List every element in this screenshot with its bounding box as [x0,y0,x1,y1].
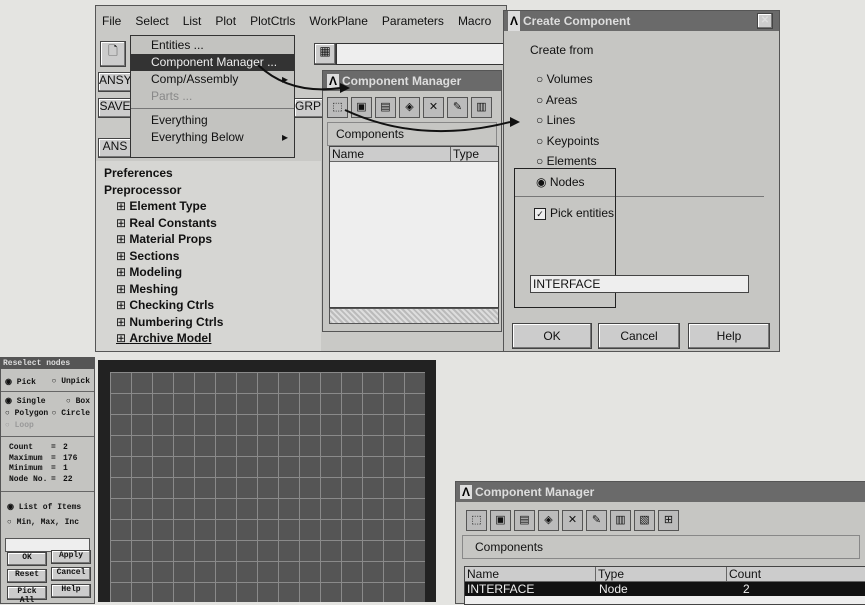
plot-component-icon[interactable]: ◈ [538,510,559,531]
picker-ok-button[interactable]: OK [7,552,47,566]
ansys-logo-icon: Λ [460,485,473,499]
stat-label: Count [9,443,34,452]
stat-label: Minimum [9,464,43,473]
stat-value: 2 [63,443,68,452]
select-component-icon[interactable]: ▤ [514,510,535,531]
radio-polygon[interactable]: Polygon [5,408,49,420]
list-component-icon[interactable]: ✎ [586,510,607,531]
window-title: Component Manager [475,485,595,499]
annotation-arrows [257,64,520,133]
table-row[interactable]: INTERFACE Node 2 [465,582,865,596]
picker-help-button[interactable]: Help [51,584,91,598]
radio-single[interactable]: Single [5,396,46,408]
stat-value: 22 [63,474,73,484]
delete-component-icon[interactable]: ✕ [562,510,583,531]
radio-circle[interactable]: Circle [52,408,90,420]
picker-title: Reselect nodes [1,358,94,369]
component-manager-large: Λ Component Manager ⬚ ▣ ▤ ◈ ✕ ✎ ▥ ▧ ⊞ Components … [455,481,865,605]
picker-pick-all-button[interactable]: Pick All [7,586,47,605]
mesh-grid[interactable] [110,372,425,602]
cell-name: INTERFACE [467,582,535,596]
radio-unpick[interactable]: Unpick [52,377,90,387]
components-label: Components [462,535,860,559]
picker-apply-button[interactable]: Apply [51,550,91,564]
column-name[interactable]: Name [465,567,596,581]
stat-value: 1 [63,464,68,473]
radio-min-max-inc[interactable]: Min, Max, Inc [7,515,88,530]
stat-label: Node No. [9,474,48,484]
column-count[interactable]: Count [727,567,761,581]
create-component-icon[interactable]: ⬚ [466,510,487,531]
stat-label: Maximum [9,453,43,463]
stat-eq: = [51,453,56,463]
radio-loop: Loop [5,420,90,432]
cell-type: Node [599,582,628,596]
radio-pick[interactable]: Pick [5,377,36,387]
assembly-icon[interactable]: ⊞ [658,510,679,531]
radio-list-of-items[interactable]: List of Items [7,500,88,515]
toolbar: ⬚ ▣ ▤ ◈ ✕ ✎ ▥ ▧ ⊞ [456,502,865,533]
export-component-icon[interactable]: ▥ [610,510,631,531]
stat-value: 176 [63,453,78,463]
picker-cancel-button[interactable]: Cancel [51,567,91,581]
graphics-window[interactable] [98,360,436,602]
picker-reset-button[interactable]: Reset [7,569,47,583]
stat-eq: = [51,464,56,473]
cell-count: 2 [743,582,750,596]
import-component-icon[interactable]: ▧ [634,510,655,531]
pick-stats: Count = 2 Maximum = 176 Minimum = 1 Node No. = 2… [1,436,94,491]
column-type[interactable]: Type [596,567,727,581]
edit-component-icon[interactable]: ▣ [490,510,511,531]
stat-eq: = [51,474,56,484]
components-table: Name Type Count INTERFACE Node 2 [464,566,865,605]
stat-eq: = [51,443,56,452]
reselect-nodes-picker: Reselect nodes Pick Unpick Single Box Poly… [0,357,95,605]
radio-box[interactable]: Box [66,396,90,408]
